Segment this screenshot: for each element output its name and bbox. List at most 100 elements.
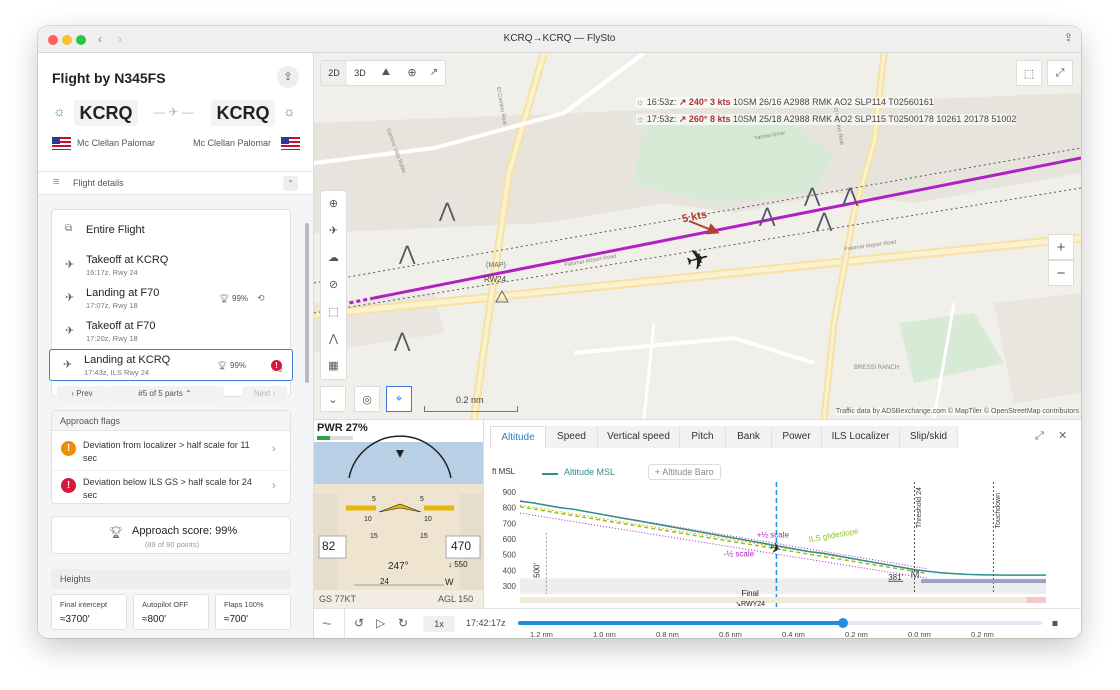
terrain-icon[interactable]: ⛰︎ (373, 61, 399, 85)
threshold-label: Threshold 24 (916, 487, 923, 528)
legend-altitude-msl[interactable]: Altitude MSL (564, 467, 615, 477)
chart-tab[interactable]: Speed (546, 426, 598, 448)
flight-details-toggle[interactable]: ≡ Flight details ⌃ (38, 172, 313, 195)
chart-icon[interactable]: ↗ (421, 61, 447, 85)
part-pager[interactable]: #5 of 5 parts ⌃ (106, 386, 224, 402)
y-axis-label: ft MSL (492, 467, 516, 476)
chart-tab[interactable]: Slip/skid (900, 426, 958, 448)
airspace-marker-icon: ⋀ (816, 210, 833, 232)
prev-button[interactable]: ‹ Prev (57, 386, 107, 402)
airspace-marker-icon: ⋀ (759, 205, 776, 227)
stop-icon[interactable]: ⏹ (1052, 616, 1058, 631)
airspeed-readout: 82 (322, 539, 336, 553)
chart-tab[interactable]: Vertical speed (598, 426, 680, 448)
mode-2d-button[interactable]: 2D (321, 61, 347, 85)
entire-flight-icon: ⧉ (65, 223, 73, 234)
collapse-down-icon[interactable]: ⌄ (320, 386, 346, 412)
part-score: 99% (232, 294, 249, 303)
chart-tab[interactable]: Pitch (680, 426, 726, 448)
zoom-in-button[interactable]: + (1048, 234, 1074, 260)
us-flag-icon (52, 137, 71, 150)
compass-icon[interactable]: ◎ (354, 386, 380, 412)
rewind-5-icon[interactable]: ↺ (354, 616, 364, 630)
share-icon[interactable]: ⇪ (1064, 31, 1073, 44)
zoom-out-button[interactable]: − (1048, 260, 1074, 286)
marker-beacon-label: M (911, 569, 920, 581)
part-title: Takeoff at KCRQ (86, 254, 169, 266)
entire-flight-item[interactable]: Entire Flight (86, 224, 145, 236)
profile-chart-icon[interactable]: ⏦ (322, 616, 332, 631)
trophy-icon: 🏆︎ (219, 294, 230, 303)
expand-icon[interactable]: ⤢ (1035, 430, 1044, 443)
map-attribution: Traffic data by ADSBexchange.com © MapTi… (835, 408, 1079, 415)
height-value: ≈800' (142, 614, 167, 625)
approach-flags-card: Approach flags ! Deviation from localizer… (51, 410, 291, 504)
legend-altitude-baro[interactable]: + Altitude Baro (648, 464, 721, 480)
height-card[interactable]: Autopilot OFF ≈800' (133, 594, 209, 630)
landing-icon: ✈ (63, 359, 73, 371)
metar-line-1: ☼ 16:53z: ↗ 240° 3 kts 10SM 26/16 A2988 … (636, 97, 934, 108)
ilsglideslope-label: ILS glideslope (808, 526, 860, 544)
legend-altitude-swatch (542, 473, 558, 475)
chevron-right-icon: › (272, 443, 276, 455)
map-view[interactable]: 5 kts ✈ (MAP) RW24 Palomar Airport Road P… (314, 53, 1081, 419)
height-card[interactable]: Flaps 100% ≈700' (215, 594, 291, 630)
speed-button[interactable]: 1x (423, 616, 455, 632)
part-subtitle: 17:07z, Rwy 18 (86, 301, 138, 310)
play-icon[interactable]: ▷ (376, 616, 385, 630)
approach-flag-text: Deviation from localizer > half scale fo… (83, 440, 250, 463)
agl: AGL 150 (438, 594, 474, 604)
share-button[interactable]: ⇪ (277, 66, 299, 88)
chart-tab[interactable]: Bank (726, 426, 772, 448)
fullscreen-icon[interactable]: ⤢ (1047, 60, 1073, 86)
map-layer-icon[interactable]: ▦ (321, 353, 346, 380)
part-subtitle: 17:43z, ILS Rwy 24 (84, 368, 150, 377)
route-plane-icon: — ✈ — (153, 105, 194, 119)
weather-layer-icon[interactable]: ☁ (321, 245, 346, 272)
part-item[interactable]: ✈ Takeoff at F70 17:20z, Rwy 18 (52, 316, 290, 348)
heading-readout: 247° (388, 561, 409, 572)
part-score: 99% (230, 361, 247, 370)
chevron-up-icon[interactable]: ⌃ (283, 176, 298, 191)
glideslope-line (519, 506, 928, 575)
hide-layer-icon[interactable]: ⊘ (321, 272, 346, 299)
globe-layer-icon[interactable]: ⊕ (321, 191, 346, 218)
part-item[interactable]: ✈ Takeoff at KCRQ 16:17z, Rwy 24 (52, 250, 290, 282)
approach-score-points: (89 of 90 points) (144, 540, 200, 549)
menu-icon: ≡ (53, 176, 60, 188)
sidebar-scrollbar[interactable] (305, 223, 309, 383)
area-layer-icon[interactable]: ⬚ (321, 299, 346, 326)
part-item[interactable]: ✈ Landing at F70 17:07z, Rwy 18 🏆︎ 99% ⟲ (52, 283, 290, 315)
close-icon[interactable]: ✕ (1058, 429, 1067, 442)
metar-line-2: ☼ 17:53z: ↗ 260° 8 kts 10SM 25/18 A2988 … (636, 114, 1017, 125)
chart-tab[interactable]: Altitude (490, 426, 546, 448)
forward-5-icon[interactable]: ↻ (398, 616, 408, 630)
timeline-track[interactable] (518, 621, 1042, 625)
x-tick-label: 0.2 nm (971, 630, 994, 638)
runway-map-tag: (MAP) (486, 262, 506, 269)
traffic-layer-icon[interactable]: ✈ (321, 218, 346, 245)
approach-flag-item[interactable]: ! Deviation below ILS GS > half scale for… (52, 474, 290, 508)
approach-score: Approach score: 99% (132, 525, 238, 537)
height-value: ≈3700' (60, 614, 90, 625)
mode-3d-button[interactable]: 3D (347, 61, 373, 85)
y-tick-label: 900 (503, 488, 517, 497)
approach-flag-item[interactable]: ! Deviation from localizer > half scale f… (52, 437, 290, 471)
airspace-marker-icon: ⋀ (394, 330, 411, 352)
height-card[interactable]: Final intercept ≈3700' (51, 594, 127, 630)
chart-tab[interactable]: Power (772, 426, 822, 448)
y-tick-label: 400 (503, 566, 517, 575)
airspace-layer-icon[interactable]: ⋀ (321, 326, 346, 353)
part-subtitle: 17:20z, Rwy 18 (86, 334, 138, 343)
y-tick-label: 300 (503, 582, 517, 591)
part-title: Landing at F70 (86, 287, 160, 299)
timeline-handle[interactable] (837, 618, 848, 628)
window-title: KCRQ→KCRQ — FlySto (503, 33, 616, 44)
minus-half-scale-label: -½ scale (724, 549, 755, 558)
chart-tab[interactable]: ILS Localizer (822, 426, 900, 448)
part-item[interactable]: ✈ Landing at KCRQ 17:43z, ILS Rwy 24 🏆︎ 99%!… (49, 349, 293, 381)
follow-aircraft-icon[interactable]: ⌖ (386, 386, 412, 412)
chevron-right-icon: › (272, 480, 276, 492)
select-area-icon[interactable]: ⬚ (1016, 60, 1042, 86)
next-button[interactable]: Next › (242, 386, 287, 402)
